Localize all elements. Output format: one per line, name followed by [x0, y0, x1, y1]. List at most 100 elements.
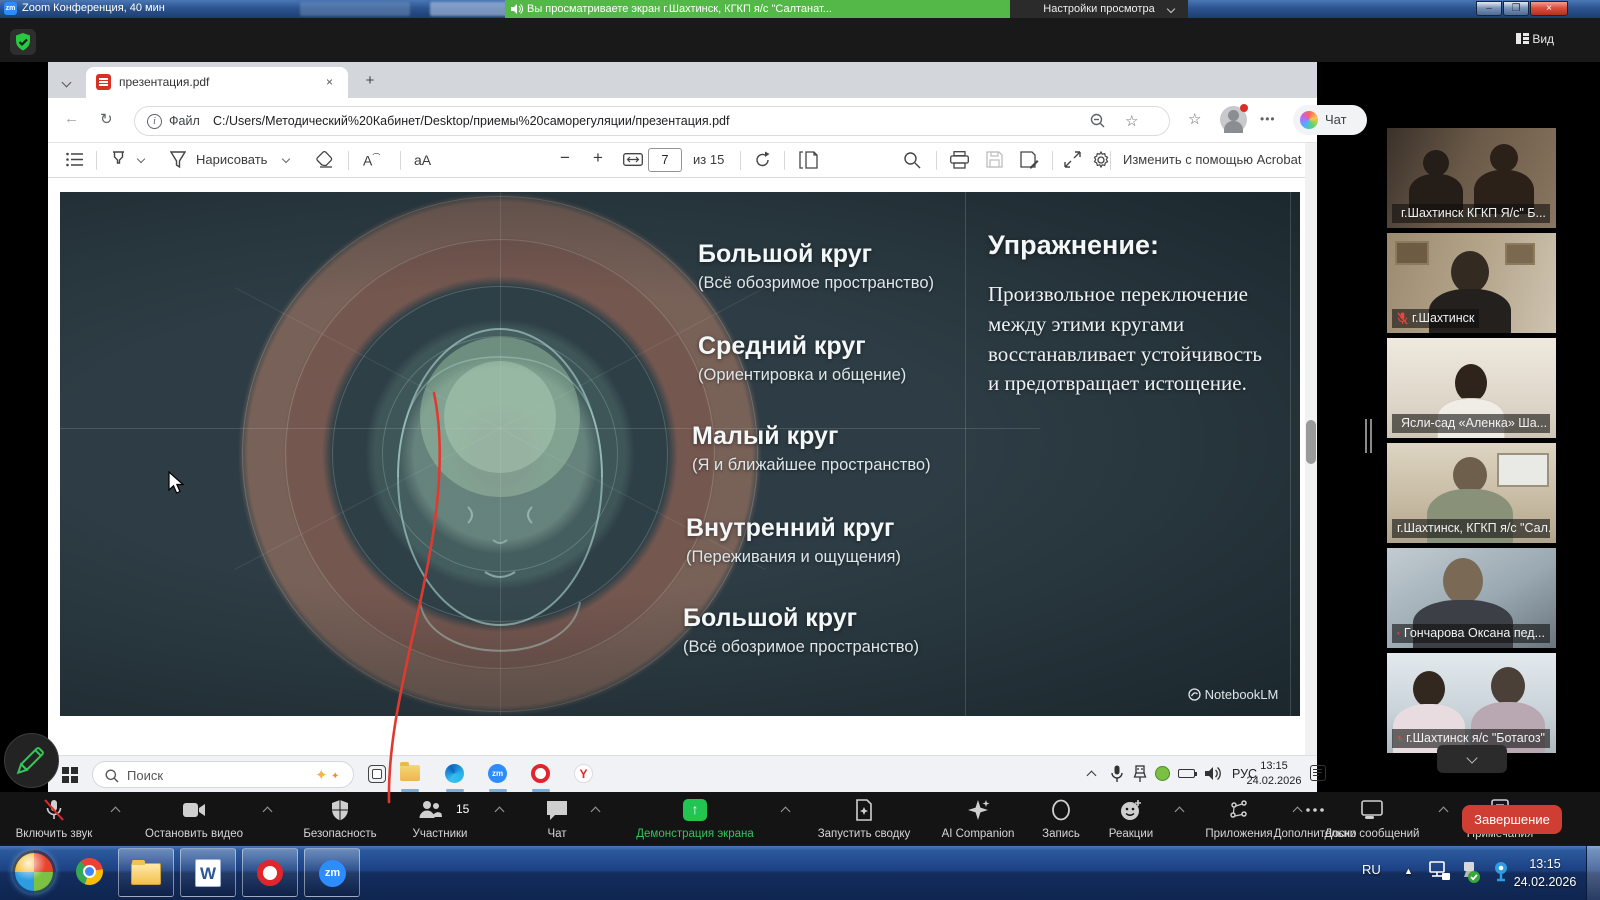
participant-tile-active-speaker[interactable]: г.Шахтинск, КГКП я/с "Сал...	[1387, 443, 1556, 543]
show-desktop-button[interactable]	[1586, 846, 1600, 900]
browser-tab[interactable]: презентация.pdf ×	[86, 67, 348, 98]
participant-tile[interactable]: г.Шахтинск КГКП Я/с" Б...	[1387, 128, 1556, 228]
audio-options-chevron[interactable]	[111, 807, 121, 817]
microphone-tray-icon[interactable]	[1111, 765, 1123, 783]
usb-tray-icon[interactable]	[1458, 860, 1482, 884]
opera-taskbar-button[interactable]	[242, 848, 298, 897]
tab-close-icon[interactable]: ×	[321, 74, 338, 91]
sidebar-resize-handle[interactable]	[1370, 419, 1372, 453]
share-screen-button[interactable]: ↑ Демонстрация экрана	[622, 792, 768, 845]
language-indicator[interactable]: RU	[1362, 862, 1381, 877]
participant-tile[interactable]: Ясли-сад «Аленка» Ша...	[1387, 338, 1556, 438]
unmute-button[interactable]: Включить звук	[8, 792, 100, 845]
task-view-icon[interactable]	[368, 765, 386, 783]
participant-tile[interactable]: г.Шахтинск	[1387, 233, 1556, 333]
explorer-taskbar-button[interactable]	[118, 848, 174, 897]
search-doc-icon[interactable]	[903, 151, 921, 169]
save-as-icon[interactable]	[1020, 151, 1039, 169]
opera-browser-icon[interactable]	[531, 764, 550, 783]
record-button[interactable]: Запись	[1030, 792, 1092, 845]
page-number-input[interactable]	[648, 148, 682, 172]
edge-browser-icon[interactable]	[445, 764, 464, 783]
read-aloud-icon[interactable]: A⌒	[363, 152, 380, 169]
highlighter-icon[interactable]	[110, 151, 127, 169]
draw-chevron[interactable]	[282, 155, 290, 163]
start-summary-button[interactable]: Запустить сводку	[806, 792, 922, 845]
taskbar-search-box[interactable]: Поиск ✦ ✦	[92, 761, 354, 788]
tray-expand-chevron[interactable]	[1088, 768, 1095, 782]
view-settings-dropdown[interactable]: Настройки просмотра	[1010, 0, 1188, 18]
slide-page: Большой круг (Всё обозримое пространство…	[60, 192, 1300, 716]
reactions-chevron[interactable]	[1175, 807, 1185, 817]
reactions-button[interactable]: Реакции	[1098, 792, 1164, 845]
pdf-scrollbar-thumb[interactable]	[1306, 420, 1316, 464]
clock[interactable]: 13:15 24.02.2026	[1243, 759, 1305, 789]
battery-tray-icon[interactable]	[1178, 769, 1195, 778]
zoom-in-icon[interactable]: +	[593, 148, 603, 168]
whiteboards-chevron[interactable]	[1439, 807, 1449, 817]
volume-tray-icon[interactable]	[1205, 766, 1223, 781]
network-tray-icon[interactable]	[1428, 860, 1452, 884]
zoom-out-icon[interactable]: −	[560, 148, 570, 168]
minimize-button[interactable]: –	[1476, 1, 1502, 16]
start-button-icon[interactable]	[62, 767, 78, 783]
fullscreen-icon[interactable]	[1064, 151, 1081, 168]
tab-list-chevron[interactable]	[56, 72, 78, 92]
rotate-icon[interactable]	[754, 151, 772, 169]
draw-pen-icon[interactable]	[170, 151, 186, 169]
participants-button[interactable]: 15 Участники	[398, 792, 482, 845]
address-bar[interactable]: i Файл C:/Users/Методический%20Кабинет/D…	[134, 106, 1170, 136]
reload-icon[interactable]: ↻	[100, 110, 113, 128]
start-orb[interactable]	[12, 850, 56, 894]
yandex-browser-icon[interactable]: Y	[574, 764, 593, 783]
clock[interactable]: 13:15 24.02.2026	[1512, 856, 1578, 891]
close-button[interactable]: ×	[1530, 1, 1568, 16]
edit-with-acrobat-button[interactable]: Изменить с помощью Acrobat	[1123, 152, 1301, 167]
screen-share-banner-text: Вы просматриваете экран г.Шахтинск, КГКП…	[527, 3, 832, 15]
ai-companion-button[interactable]: AI Companion	[930, 792, 1026, 845]
zoom-taskbar-button[interactable]: zm	[304, 848, 360, 897]
page-view-icon[interactable]	[798, 151, 818, 169]
favorites-bar-icon[interactable]: ☆	[1188, 110, 1201, 128]
fit-width-icon[interactable]	[623, 153, 643, 166]
back-icon[interactable]: ←	[64, 110, 79, 127]
toc-icon[interactable]	[66, 152, 83, 167]
chat-chevron[interactable]	[591, 807, 601, 817]
notification-center-icon[interactable]	[1310, 765, 1326, 781]
collapse-gallery-button[interactable]	[1437, 745, 1507, 773]
view-layout-button[interactable]: Вид	[1516, 32, 1554, 46]
antivirus-tray-icon[interactable]	[1155, 766, 1170, 781]
more-button[interactable]: Дополнительно	[1260, 792, 1370, 845]
wireless-tray-icon[interactable]	[1490, 860, 1512, 884]
print-icon[interactable]	[950, 151, 969, 169]
settings-gear-icon[interactable]	[1092, 151, 1110, 169]
participant-tile[interactable]: Гончарова Оксана пед...	[1387, 548, 1556, 648]
page-info-icon[interactable]: i	[147, 114, 162, 129]
browser-menu-icon[interactable]: •••	[1260, 112, 1276, 126]
word-taskbar-button[interactable]: W	[180, 848, 236, 897]
file-explorer-icon[interactable]	[400, 765, 420, 781]
end-meeting-button[interactable]: Завершение	[1462, 805, 1562, 834]
stop-video-button[interactable]: Остановить видео	[138, 792, 250, 845]
copilot-chat-button[interactable]: Чат	[1293, 105, 1367, 135]
share-options-chevron[interactable]	[781, 807, 791, 817]
favorite-star-icon[interactable]: ☆	[1125, 112, 1138, 130]
security-button[interactable]: Безопасность	[292, 792, 388, 845]
zoom-page-icon[interactable]	[1090, 113, 1106, 129]
chrome-icon[interactable]	[76, 858, 103, 885]
translate-icon[interactable]: aA	[414, 152, 431, 168]
tray-expand-icon[interactable]: ▲	[1404, 866, 1413, 876]
draw-label[interactable]: Нарисовать	[196, 152, 267, 167]
eraser-icon[interactable]	[316, 151, 334, 168]
video-options-chevron[interactable]	[263, 807, 273, 817]
participant-tile[interactable]: г.Шахтинск я/с "Ботагоз"	[1387, 653, 1556, 753]
new-tab-button[interactable]: +	[360, 71, 380, 91]
participants-chevron[interactable]	[495, 807, 505, 817]
zoom-app-icon[interactable]: zm	[488, 764, 507, 783]
usb-tray-icon[interactable]	[1133, 765, 1147, 783]
sidebar-resize-handle[interactable]	[1365, 419, 1367, 453]
restore-button[interactable]: ❐	[1503, 1, 1529, 16]
chat-button[interactable]: Чат	[534, 792, 580, 845]
highlighter-chevron[interactable]	[137, 155, 145, 163]
annotation-pencil-button[interactable]	[4, 733, 59, 788]
